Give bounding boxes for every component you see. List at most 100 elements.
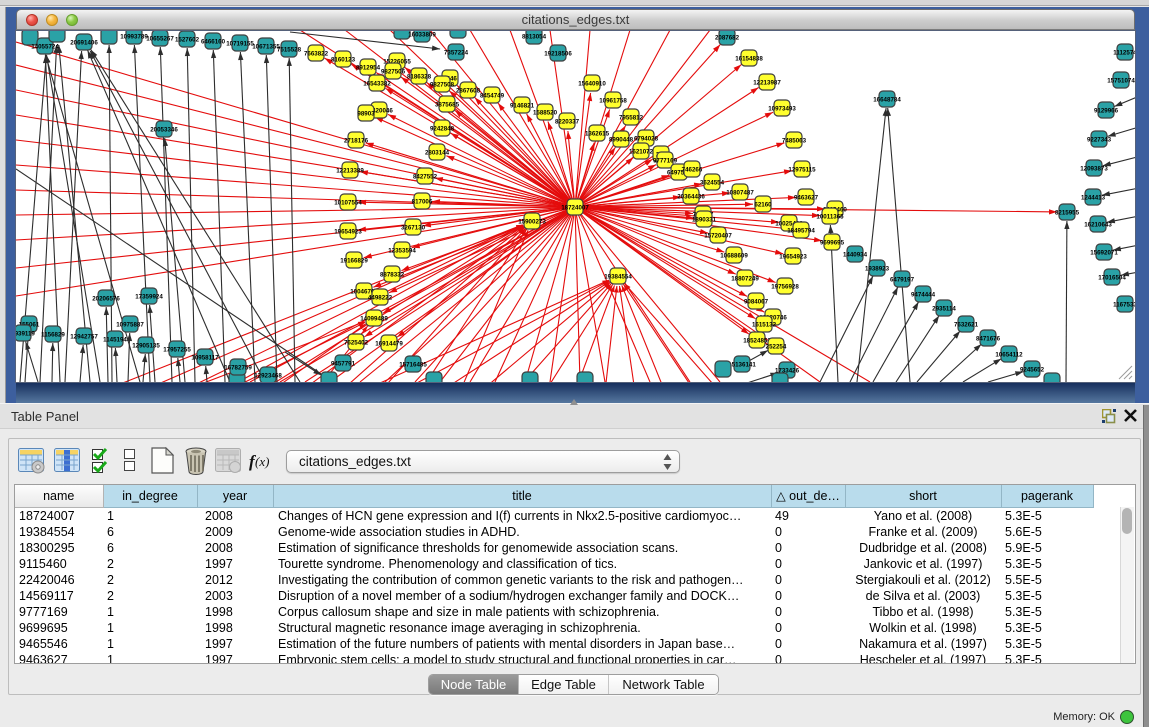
svg-text:8878332: 8878332 — [380, 271, 405, 278]
svg-text:16033809: 16033809 — [408, 31, 436, 38]
svg-text:15900273: 15900273 — [518, 218, 546, 225]
svg-text:17957255: 17957255 — [163, 346, 191, 353]
svg-text:16154838: 16154838 — [735, 55, 763, 62]
svg-text:4498222: 4498222 — [368, 294, 393, 301]
svg-text:10807487: 10807487 — [726, 189, 754, 196]
svg-text:8454749: 8454749 — [480, 92, 505, 99]
svg-text:7357224: 7357224 — [444, 49, 469, 56]
svg-text:8990448: 8990448 — [609, 136, 634, 143]
svg-text:12213987: 12213987 — [753, 79, 781, 86]
svg-text:19218506: 19218506 — [544, 50, 572, 57]
svg-text:10973493: 10973493 — [768, 105, 796, 112]
svg-text:10107554: 10107554 — [334, 199, 362, 206]
svg-text:19654923: 19654923 — [779, 253, 807, 260]
svg-text:7955812: 7955812 — [619, 114, 644, 121]
svg-text:9129966: 9129966 — [1094, 107, 1119, 114]
svg-text:19384554: 19384554 — [604, 273, 632, 280]
svg-text:6479197: 6479197 — [890, 276, 915, 283]
svg-text:1939119: 1939119 — [16, 330, 35, 337]
svg-text:1588520: 1588520 — [533, 109, 558, 116]
svg-text:8160123: 8160123 — [331, 56, 356, 63]
svg-text:1362615: 1362615 — [585, 130, 610, 137]
svg-text:817006: 817006 — [412, 198, 433, 205]
svg-text:7625402: 7625402 — [344, 339, 369, 346]
svg-text:9146821: 9146821 — [510, 102, 535, 109]
svg-text:16782759: 16782759 — [224, 364, 252, 371]
svg-text:12905135: 12905135 — [132, 342, 160, 349]
svg-text:9463627: 9463627 — [794, 194, 819, 201]
svg-text:12093873: 12093873 — [1080, 165, 1108, 172]
svg-text:1156829: 1156829 — [41, 331, 65, 338]
svg-text:20691406: 20691406 — [70, 39, 98, 46]
svg-text:1440934: 1440934 — [843, 251, 868, 258]
svg-text:1890331: 1890331 — [692, 216, 717, 223]
svg-text:62160: 62160 — [754, 201, 772, 208]
svg-text:9699695: 9699695 — [820, 239, 845, 246]
svg-text:9457791: 9457791 — [331, 360, 356, 367]
svg-text:19756928: 19756928 — [771, 283, 799, 290]
svg-text:10688609: 10688609 — [720, 252, 748, 259]
svg-text:9827508: 9827508 — [430, 81, 455, 88]
svg-text:1112574: 1112574 — [1113, 49, 1135, 56]
svg-text:10958117: 10958117 — [191, 354, 219, 361]
svg-text:8471676: 8471676 — [976, 335, 1001, 342]
svg-text:98903: 98903 — [357, 110, 375, 117]
svg-text:10654112: 10654112 — [995, 351, 1023, 358]
svg-text:18724007: 18724007 — [561, 204, 589, 211]
svg-text:17016504: 17016504 — [1098, 274, 1126, 281]
svg-text:(x): (x) — [255, 454, 269, 469]
svg-text:1244413: 1244413 — [1081, 194, 1106, 201]
svg-text:18495794: 18495794 — [787, 227, 815, 234]
svg-text:2935114: 2935114 — [932, 305, 956, 312]
svg-text:10975887: 10975887 — [116, 321, 144, 328]
svg-text:10011365: 10011365 — [816, 213, 844, 220]
svg-text:12942757: 12942757 — [70, 333, 98, 340]
svg-text:7632621: 7632621 — [954, 321, 979, 328]
svg-text:1938923: 1938923 — [865, 265, 890, 272]
svg-text:8186328: 8186328 — [407, 73, 432, 80]
svg-text:8912954: 8912954 — [356, 64, 381, 71]
svg-text:9827506: 9827506 — [381, 68, 406, 75]
svg-text:9242848: 9242848 — [430, 125, 455, 132]
svg-text:746266: 746266 — [682, 166, 703, 173]
svg-text:15692071: 15692071 — [1090, 249, 1118, 256]
svg-text:3267130: 3267130 — [401, 224, 426, 231]
svg-text:12923468: 12923468 — [254, 372, 282, 379]
svg-text:15640910: 15640910 — [578, 80, 606, 87]
svg-text:15136141: 15136141 — [728, 361, 756, 368]
svg-text:19654923: 19654923 — [334, 228, 362, 235]
svg-text:8220337: 8220337 — [555, 118, 580, 125]
svg-text:15751074: 15751074 — [1107, 77, 1135, 84]
svg-text:1615132: 1615132 — [752, 321, 777, 328]
svg-text:10719155: 10719155 — [226, 40, 254, 47]
svg-text:12353594: 12353594 — [388, 247, 416, 254]
svg-text:1167533: 1167533 — [1113, 301, 1135, 308]
svg-text:3875685: 3875685 — [435, 101, 460, 108]
svg-text:6794028: 6794028 — [634, 135, 659, 142]
svg-text:1621072: 1621072 — [629, 148, 654, 155]
svg-text:16914479: 16914479 — [375, 340, 403, 347]
svg-text:15716485: 15716485 — [399, 361, 427, 368]
svg-text:19166829: 19166829 — [340, 257, 368, 264]
svg-text:7485063: 7485063 — [782, 137, 807, 144]
svg-text:7515528: 7515528 — [277, 46, 302, 53]
svg-text:2718176: 2718176 — [344, 137, 369, 144]
svg-text:10961758: 10961758 — [599, 97, 627, 104]
svg-text:20053346: 20053346 — [150, 126, 178, 133]
svg-text:7663822: 7663822 — [304, 50, 329, 57]
svg-text:10993789: 10993789 — [120, 33, 148, 40]
svg-text:17359924: 17359924 — [135, 293, 163, 300]
svg-text:10655267: 10655267 — [146, 35, 174, 42]
svg-text:12213389: 12213389 — [336, 167, 364, 174]
svg-text:15720407: 15720407 — [704, 232, 732, 239]
svg-text:9084067: 9084067 — [744, 298, 769, 305]
svg-text:2803144: 2803144 — [425, 149, 450, 156]
svg-text:1145194: 1145194 — [103, 336, 127, 343]
svg-text:9777169: 9777169 — [653, 157, 678, 164]
svg-text:18807249: 18807249 — [731, 275, 759, 282]
svg-text:3624554: 3624554 — [700, 179, 725, 186]
svg-text:16543382: 16543382 — [363, 80, 391, 87]
svg-text:20206576: 20206576 — [92, 295, 120, 302]
svg-text:16210643: 16210643 — [1084, 221, 1112, 228]
svg-text:8427552: 8427552 — [413, 173, 438, 180]
